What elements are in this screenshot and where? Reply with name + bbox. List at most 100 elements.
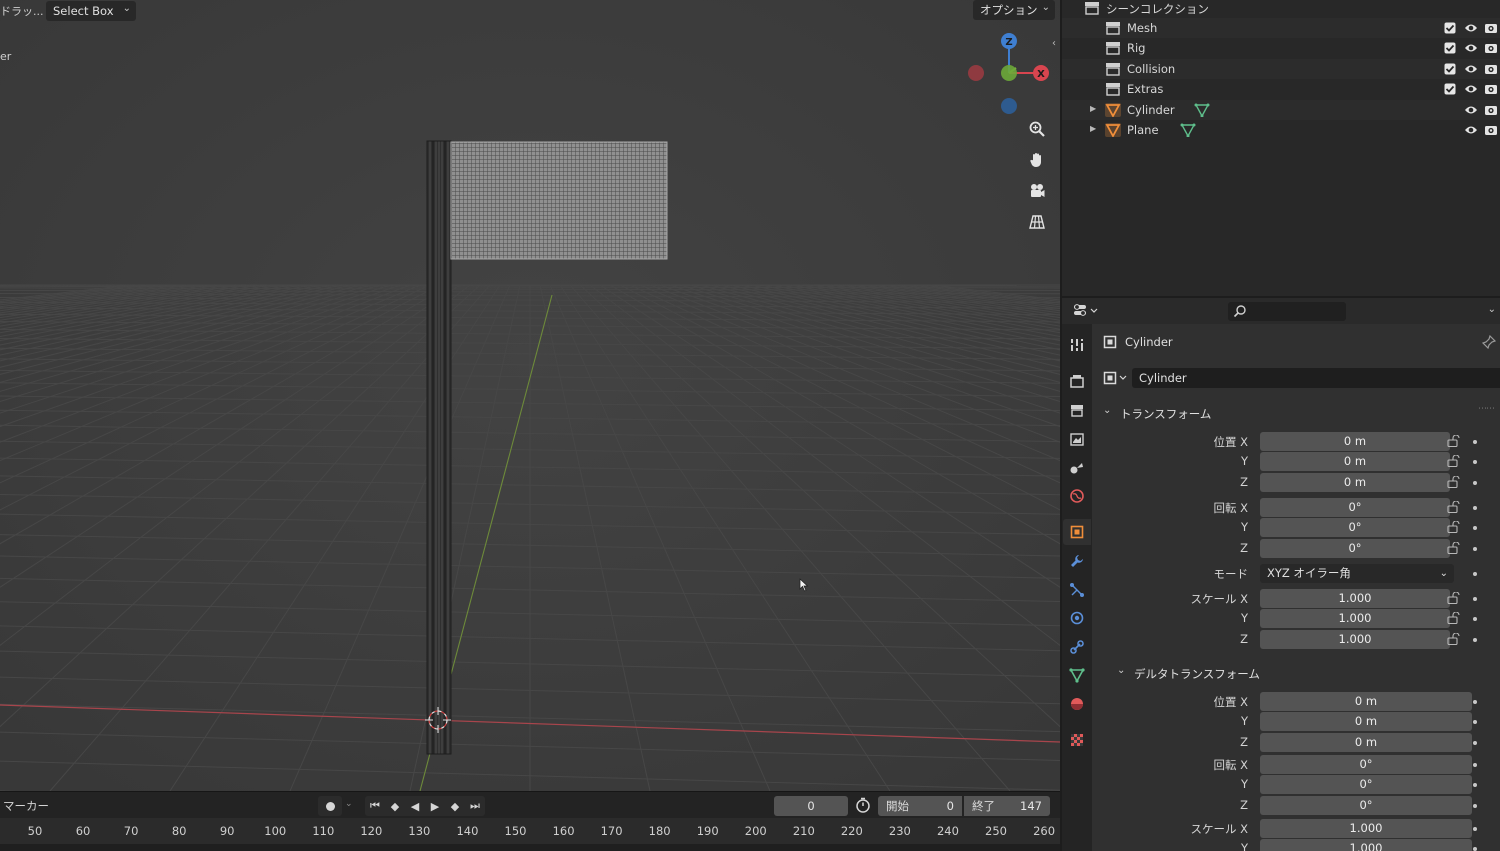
tab-view-layer[interactable] [1063, 426, 1091, 452]
camera-render-icon[interactable] [1484, 63, 1498, 75]
eye-icon[interactable] [1464, 42, 1478, 54]
tab-constraints[interactable] [1063, 634, 1091, 660]
outliner-row[interactable]: Collision [1062, 58, 1500, 79]
lock-icon[interactable] [1447, 592, 1461, 604]
tab-modifiers[interactable] [1063, 548, 1091, 574]
delta-rotation-x-field[interactable]: 0° [1260, 755, 1472, 774]
lock-icon[interactable] [1447, 633, 1461, 645]
tab-scene[interactable] [1063, 454, 1091, 480]
keyframe-dot-icon[interactable] [1473, 827, 1477, 831]
ortho-grid-icon[interactable] [1024, 209, 1050, 235]
delta-rotation-z-field[interactable]: 0° [1260, 796, 1472, 815]
delta-scale-x-field[interactable]: 1.000 [1260, 819, 1472, 838]
outliner-row[interactable]: Extras [1062, 79, 1500, 99]
keying-dropdown-icon[interactable]: ⌄ [345, 799, 353, 809]
checkbox-icon[interactable] [1444, 63, 1456, 75]
outliner-row[interactable]: Rig [1062, 38, 1500, 58]
start-frame-field[interactable]: 開始 0 [878, 796, 962, 816]
pin-icon[interactable] [1482, 335, 1496, 349]
tab-texture[interactable] [1063, 727, 1091, 753]
tab-tool[interactable] [1063, 332, 1091, 358]
keyframe-dot-icon[interactable] [1473, 481, 1477, 485]
location-x-field[interactable]: 0 m [1260, 432, 1450, 451]
location-z-field[interactable]: 0 m [1260, 473, 1450, 492]
checkbox-icon[interactable] [1444, 83, 1456, 95]
tab-render[interactable] [1063, 368, 1091, 394]
current-frame-field[interactable]: 0 [774, 796, 848, 816]
delta-location-x-field[interactable]: 0 m [1260, 692, 1472, 711]
tab-material[interactable] [1063, 691, 1091, 717]
lock-icon[interactable] [1447, 435, 1461, 447]
keyframe-dot-icon[interactable] [1473, 741, 1477, 745]
select-mode-dropdown[interactable]: Select Box ⌄ [46, 1, 136, 21]
eye-icon[interactable] [1464, 124, 1478, 136]
jump-to-end-icon[interactable]: ⏭ [465, 796, 485, 816]
eye-icon[interactable] [1464, 22, 1478, 34]
keyframe-dot-icon[interactable] [1473, 804, 1477, 808]
hand-icon[interactable] [1024, 147, 1050, 173]
jump-to-start-icon[interactable]: ⏮ [365, 796, 385, 816]
properties-search-input[interactable] [1228, 302, 1346, 321]
keyframe-dot-icon[interactable] [1473, 763, 1477, 767]
end-frame-field[interactable]: 終了 147 [964, 796, 1050, 816]
delta-transform-panel-header[interactable]: ⌄ デルタトランスフォーム [1114, 662, 1500, 684]
tab-object[interactable] [1063, 519, 1091, 545]
tab-output[interactable] [1063, 397, 1091, 423]
sidebar-toggle-icon[interactable]: ‹ [1052, 38, 1056, 49]
eye-icon[interactable] [1464, 104, 1478, 116]
keyframe-dot-icon[interactable] [1473, 440, 1477, 444]
scale-x-field[interactable]: 1.000 [1260, 589, 1450, 608]
mesh-data-icon[interactable] [1180, 123, 1196, 137]
lock-icon[interactable] [1447, 501, 1461, 513]
scale-y-field[interactable]: 1.000 [1260, 609, 1450, 628]
play-reverse-icon[interactable]: ◀ [405, 796, 425, 816]
options-dropdown[interactable]: オプション ⌄ [973, 0, 1055, 20]
lock-icon[interactable] [1447, 476, 1461, 488]
lock-icon[interactable] [1447, 455, 1461, 467]
keyframe-dot-icon[interactable] [1473, 783, 1477, 787]
keyframe-dot-icon[interactable] [1473, 526, 1477, 530]
tab-particles[interactable] [1063, 577, 1091, 603]
play-icon[interactable]: ▶ [425, 796, 445, 816]
zoom-icon[interactable] [1024, 116, 1050, 142]
expand-arrow-icon[interactable]: ▶ [1090, 124, 1096, 133]
scale-z-field[interactable]: 1.000 [1260, 630, 1450, 649]
camera-render-icon[interactable] [1484, 22, 1498, 34]
expand-arrow-icon[interactable]: ▶ [1090, 104, 1096, 113]
outliner-row[interactable]: ▶ Plane [1062, 120, 1500, 140]
camera-render-icon[interactable] [1484, 83, 1498, 95]
eye-icon[interactable] [1464, 83, 1478, 95]
outliner-row-scene-collection[interactable]: シーンコレクション [1062, 0, 1500, 18]
rotation-x-field[interactable]: 0° [1260, 498, 1450, 517]
camera-render-icon[interactable] [1484, 104, 1498, 116]
outliner-row[interactable]: Mesh [1062, 18, 1500, 38]
checkbox-icon[interactable] [1444, 22, 1456, 34]
keyframe-dot-icon[interactable] [1473, 506, 1477, 510]
eye-icon[interactable] [1464, 63, 1478, 75]
keyframe-dot-icon[interactable] [1473, 847, 1477, 851]
delta-scale-y-field[interactable]: 1.000 [1260, 839, 1472, 851]
lock-icon[interactable] [1447, 542, 1461, 554]
camera-render-icon[interactable] [1484, 124, 1498, 136]
tab-physics[interactable] [1063, 605, 1091, 631]
tab-object-data[interactable] [1063, 662, 1091, 688]
object-name-field[interactable]: Cylinder [1132, 368, 1500, 388]
delta-rotation-y-field[interactable]: 0° [1260, 775, 1472, 794]
jump-to-keyframe-prev-icon[interactable]: ◆ [385, 796, 405, 816]
keyframe-dot-icon[interactable] [1473, 617, 1477, 621]
3d-viewport[interactable]: Z X ドラッ... Select Box ⌄ オプション ⌄ er ‹ [0, 0, 1060, 791]
tab-world[interactable] [1063, 483, 1091, 509]
rotation-y-field[interactable]: 0° [1260, 518, 1450, 537]
rotation-mode-dropdown[interactable]: XYZ オイラー角 ⌄ [1260, 564, 1454, 583]
drag-grip-icon[interactable]: ⋯⋯ [1478, 404, 1495, 414]
marker-menu[interactable]: マーカー [3, 798, 49, 814]
outliner-row[interactable]: ▶ Cylinder [1062, 99, 1500, 120]
keyframe-dot-icon[interactable] [1473, 460, 1477, 464]
delta-location-y-field[interactable]: 0 m [1260, 712, 1472, 731]
delta-location-z-field[interactable]: 0 m [1260, 733, 1472, 752]
checkbox-icon[interactable] [1444, 42, 1456, 54]
timeline-scrollbar[interactable] [0, 844, 1060, 851]
keyframe-dot-icon[interactable] [1473, 700, 1477, 704]
auto-keying-button[interactable] [318, 796, 342, 816]
keyframe-dot-icon[interactable] [1473, 572, 1477, 576]
